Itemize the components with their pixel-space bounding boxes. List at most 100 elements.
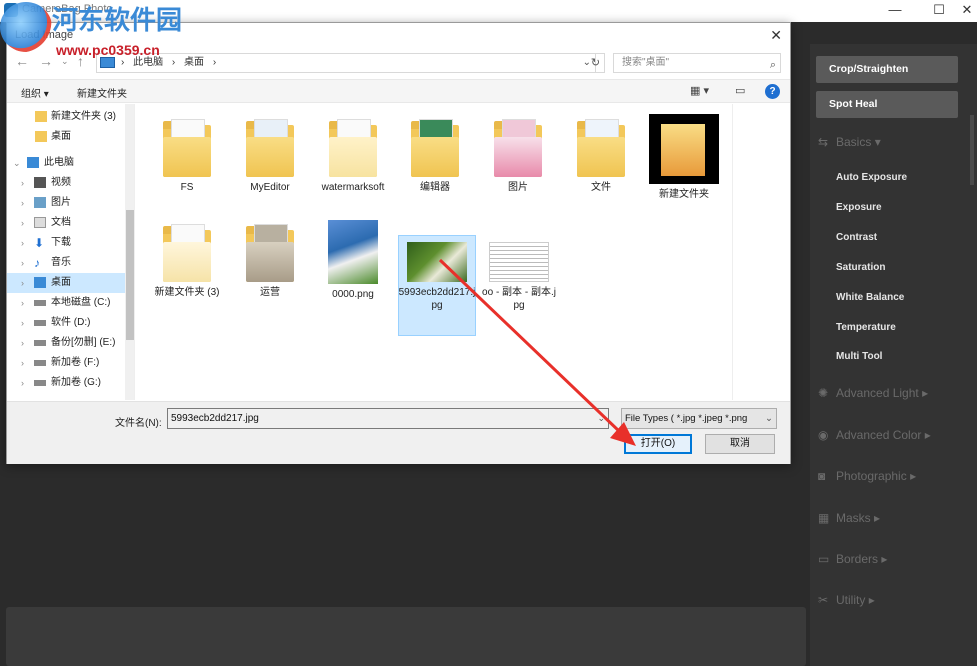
chevron-right-icon[interactable]: › (21, 233, 24, 253)
breadcrumb-desktop[interactable]: 桌面 (184, 57, 204, 68)
chevron-right-icon[interactable]: › (21, 253, 24, 273)
chevron-down-icon[interactable]: ⌄ (763, 409, 773, 428)
contrast-item[interactable]: Contrast (836, 232, 877, 243)
nav-item-desktop[interactable]: › 桌面 (7, 273, 125, 293)
chevron-down-icon[interactable]: ⌄ (13, 153, 21, 173)
section-utility[interactable]: ✂ Utility ▸ (818, 593, 875, 607)
file-item-fs[interactable]: FS (148, 119, 226, 194)
nav-item-desktop-quick[interactable]: 桌面 (7, 127, 125, 147)
folder-icon (494, 119, 542, 177)
nav-item-drive-f[interactable]: › 新加卷 (F:) (7, 353, 125, 373)
nav-item-videos[interactable]: › 视频 (7, 173, 125, 193)
chevron-right-icon[interactable]: › (21, 353, 24, 373)
exposure-item[interactable]: Exposure (836, 202, 882, 213)
file-item-5993-jpg[interactable]: 5993ecb2dd217.jpg (398, 242, 476, 312)
adjustments-panel: Crop/Straighten Spot Heal ⇆ Basics ▾ Auto… (810, 44, 977, 666)
chevron-down-icon[interactable]: ⌄ (597, 409, 605, 428)
temperature-item[interactable]: Temperature (836, 322, 896, 333)
help-icon[interactable]: ? (765, 84, 780, 99)
file-item-myeditor[interactable]: MyEditor (231, 119, 309, 194)
preview-pane-icon[interactable]: ▭ (735, 84, 745, 97)
nav-scrollbar[interactable] (125, 104, 134, 400)
nav-label: 下载 (51, 237, 71, 248)
chevron-right-icon[interactable]: › (21, 193, 24, 213)
file-item-oo-copy-jpg[interactable]: oo - 副本 - 副本.jpg (480, 242, 558, 312)
section-advanced-color[interactable]: ◉ Advanced Color ▸ (818, 428, 931, 442)
navigation-pane: 新建文件夹 (3) 桌面 ⌄ 此电脑 › 视频 › 图片 › 文档 › ⬇ 下载… (7, 104, 135, 400)
border-icon: ▭ (818, 552, 830, 566)
section-photographic-label: Photographic (836, 469, 907, 483)
chevron-right-icon[interactable]: › (21, 173, 24, 193)
view-options-icon[interactable]: ▦ ▾ (690, 84, 709, 97)
refresh-button[interactable]: ↻ (587, 53, 605, 73)
back-arrow-icon[interactable]: ← (15, 53, 29, 69)
nav-item-this-pc[interactable]: ⌄ 此电脑 (7, 153, 125, 173)
file-item-0000-png[interactable]: 0000.png (314, 220, 392, 301)
nav-label: 文档 (51, 217, 71, 228)
chevron-right-icon[interactable]: › (21, 373, 24, 393)
load-image-dialog: Load Image ✕ ← → ⌄ ↑ › 此电脑 › 桌面 › ⌄ ↻ 搜索… (6, 22, 791, 464)
chevron-right-icon: ▸ (874, 511, 881, 525)
download-icon: ⬇ (34, 236, 45, 250)
chevron-right-icon[interactable]: › (21, 293, 24, 313)
chevron-right-icon[interactable]: › (21, 333, 24, 353)
file-item-pictures[interactable]: 图片 (479, 119, 557, 194)
cancel-button[interactable]: 取消 (705, 434, 775, 454)
chevron-right-icon[interactable]: › (21, 273, 24, 293)
file-label: MyEditor (250, 182, 290, 193)
nav-item-drive-e[interactable]: › 备份[勿删] (E:) (7, 333, 125, 353)
file-item-watermarksoft[interactable]: watermarksoft (314, 119, 392, 194)
address-separator: › (121, 57, 125, 68)
saturation-item[interactable]: Saturation (836, 262, 885, 273)
nav-label: 软件 (D:) (51, 317, 91, 328)
maximize-button[interactable]: ☐ (924, 1, 954, 21)
dialog-close-button[interactable]: ✕ (770, 27, 782, 44)
address-input[interactable]: › 此电脑 › 桌面 › ⌄ (96, 53, 596, 73)
auto-exposure-item[interactable]: Auto Exposure (836, 172, 907, 183)
section-borders[interactable]: ▭ Borders ▸ (818, 552, 887, 566)
chevron-right-icon[interactable]: › (21, 213, 24, 233)
forward-arrow-icon[interactable]: → (39, 53, 53, 69)
section-basics[interactable]: ⇆ Basics ▾ (818, 135, 881, 149)
file-type-select[interactable]: File Types ( *.jpg *.jpeg *.png ⌄ (621, 408, 777, 429)
nav-item-drive-g[interactable]: › 新加卷 (G:) (7, 373, 125, 393)
music-icon: ♪ (34, 256, 40, 270)
crop-straighten-button[interactable]: Crop/Straighten (816, 56, 958, 83)
section-advanced-light-label: Advanced Light (836, 386, 919, 400)
computer-icon (27, 157, 39, 168)
computer-icon (100, 57, 115, 68)
section-masks[interactable]: ▦ Masks ▸ (818, 511, 880, 525)
spot-heal-button[interactable]: Spot Heal (816, 91, 958, 118)
file-label: 5993ecb2dd217.jpg (398, 287, 476, 311)
new-folder-button[interactable]: 新建文件夹 (77, 85, 127, 100)
filename-input[interactable]: 5993ecb2dd217.jpg ⌄ (167, 408, 609, 429)
file-label: FS (180, 182, 194, 193)
breadcrumb-this-pc[interactable]: 此电脑 (133, 57, 163, 68)
file-item-new-folder[interactable]: 新建文件夹 (645, 114, 723, 201)
nav-item-documents[interactable]: › 文档 (7, 213, 125, 233)
file-item-new-folder-3[interactable]: 新建文件夹 (3) (148, 224, 226, 299)
white-balance-item[interactable]: White Balance (836, 292, 904, 303)
nav-item-drive-c[interactable]: › 本地磁盘 (C:) (7, 293, 125, 313)
organize-button[interactable]: 组织 ▾ (21, 85, 49, 100)
section-advanced-light[interactable]: ✺ Advanced Light ▸ (818, 386, 928, 400)
scrollbar-thumb[interactable] (126, 210, 134, 340)
nav-item-pictures[interactable]: › 图片 (7, 193, 125, 213)
filmstrip[interactable] (6, 607, 806, 666)
nav-item-drive-d[interactable]: › 软件 (D:) (7, 313, 125, 333)
chevron-right-icon[interactable]: › (21, 313, 24, 333)
section-photographic[interactable]: ◙ Photographic ▸ (818, 469, 916, 483)
multi-tool-item[interactable]: Multi Tool (836, 351, 882, 362)
minimize-button[interactable]: — (880, 1, 910, 21)
nav-item-new-folder-3[interactable]: 新建文件夹 (3) (7, 107, 125, 127)
nav-item-music[interactable]: › ♪ 音乐 (7, 253, 125, 273)
watermark-url: www.pc0359.cn (56, 42, 160, 58)
open-button[interactable]: 打开(O) (624, 434, 692, 454)
file-item-operations[interactable]: 运营 (231, 224, 309, 299)
close-window-button[interactable]: ✕ (952, 1, 977, 21)
file-item-files[interactable]: 文件 (562, 119, 640, 194)
search-input[interactable]: 搜索"桌面" ⌕ (613, 53, 781, 73)
file-item-editor[interactable]: 编辑器 (396, 119, 474, 194)
panel-scrollbar[interactable] (970, 115, 974, 185)
nav-item-downloads[interactable]: › ⬇ 下载 (7, 233, 125, 253)
